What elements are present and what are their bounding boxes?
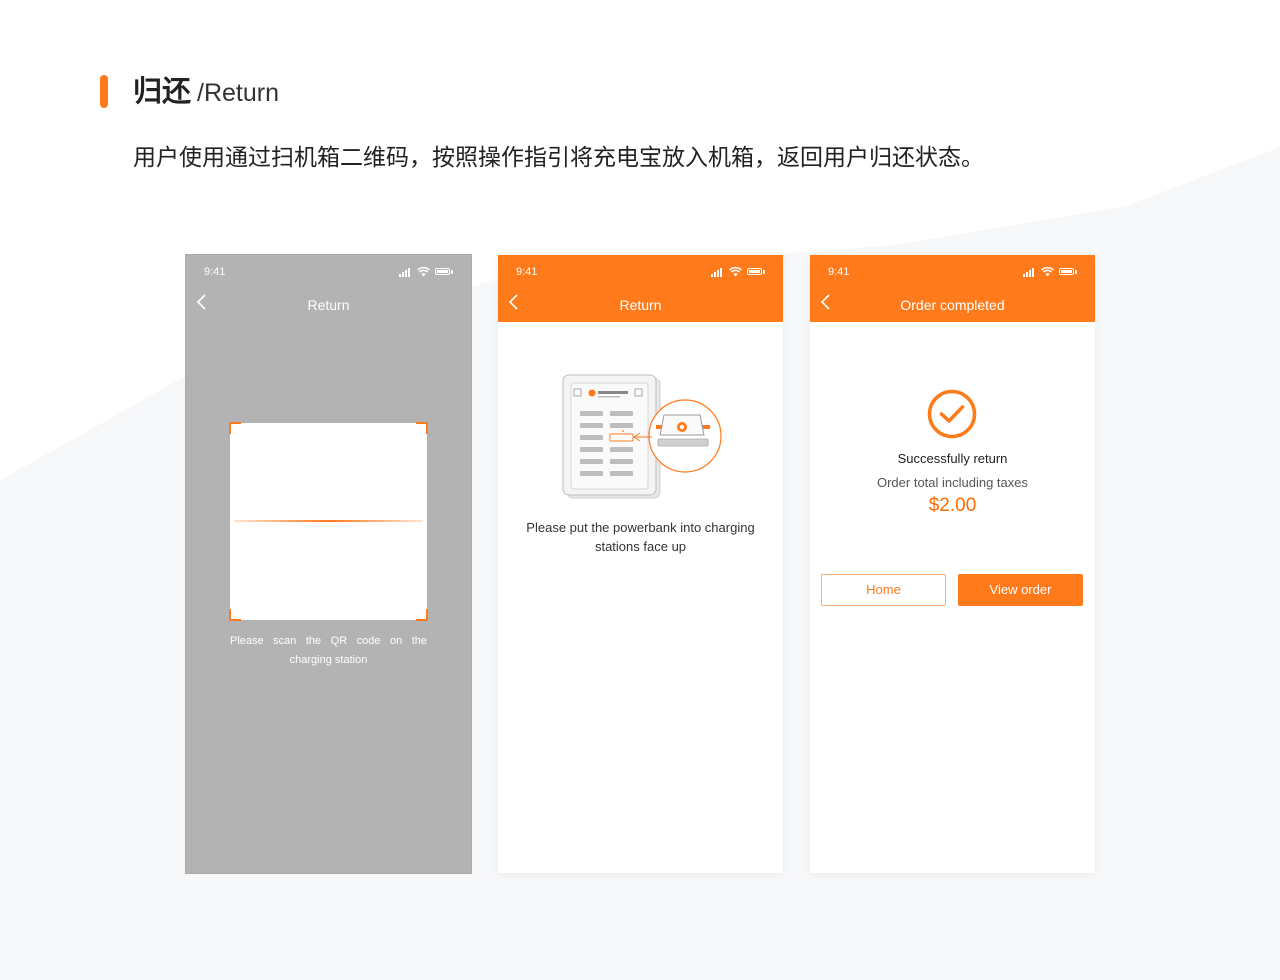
phone-screen-insert: 9:41 Return Please put the powerbank int… <box>498 255 783 873</box>
scan-corner <box>416 422 428 434</box>
battery-icon <box>747 268 762 275</box>
phone-screen-completed: 9:41 Order completed Successfully return… <box>810 255 1095 873</box>
scan-hint: Please scan the QR code on the charging … <box>230 635 427 666</box>
insert-instruction: Please put the powerbank into charging s… <box>526 520 755 554</box>
status-time: 9:41 <box>828 266 850 278</box>
status-time: 9:41 <box>516 266 538 278</box>
section-description: 用户使用通过扫机箱二维码，按照操作指引将充电宝放入机箱，返回用户归还状态。 <box>133 144 984 170</box>
phone-screen-scan: 9:41 Return Please scan the QR code on t… <box>186 255 471 873</box>
order-total-amount: $2.00 <box>928 495 977 516</box>
status-icons <box>399 267 453 277</box>
success-title: Successfully return <box>897 451 1008 466</box>
charging-station-illustration <box>562 374 722 499</box>
status-icons <box>1023 267 1077 277</box>
nav-bar: 9:41 Return <box>186 255 471 322</box>
section-accent-bar <box>100 75 108 108</box>
status-icons <box>711 267 765 277</box>
nav-bar: 9:41 Return <box>498 255 783 322</box>
section-title-en: /Return <box>197 79 279 107</box>
nav-title: Order completed <box>900 297 1005 313</box>
nav-bar: 9:41 Order completed <box>810 255 1095 322</box>
wifi-icon <box>729 267 742 277</box>
scan-corner <box>229 609 241 621</box>
scan-line <box>234 520 423 522</box>
battery-icon <box>435 268 450 275</box>
wifi-icon <box>1041 267 1054 277</box>
status-time: 9:41 <box>204 266 226 278</box>
view-order-button[interactable]: View order <box>958 574 1083 606</box>
qr-scan-frame <box>229 422 428 621</box>
home-button[interactable]: Home <box>821 574 946 606</box>
success-check-icon <box>927 389 977 439</box>
section-title-cn: 归还 <box>133 76 192 108</box>
scan-corner <box>416 609 428 621</box>
section-title: 归还/Return <box>133 74 279 110</box>
scan-corner <box>229 422 241 434</box>
nav-title: Return <box>307 297 350 313</box>
wifi-icon <box>417 267 430 277</box>
battery-icon <box>1059 268 1074 275</box>
nav-title: Return <box>619 297 662 313</box>
order-total-label: Order total including taxes <box>876 475 1029 490</box>
